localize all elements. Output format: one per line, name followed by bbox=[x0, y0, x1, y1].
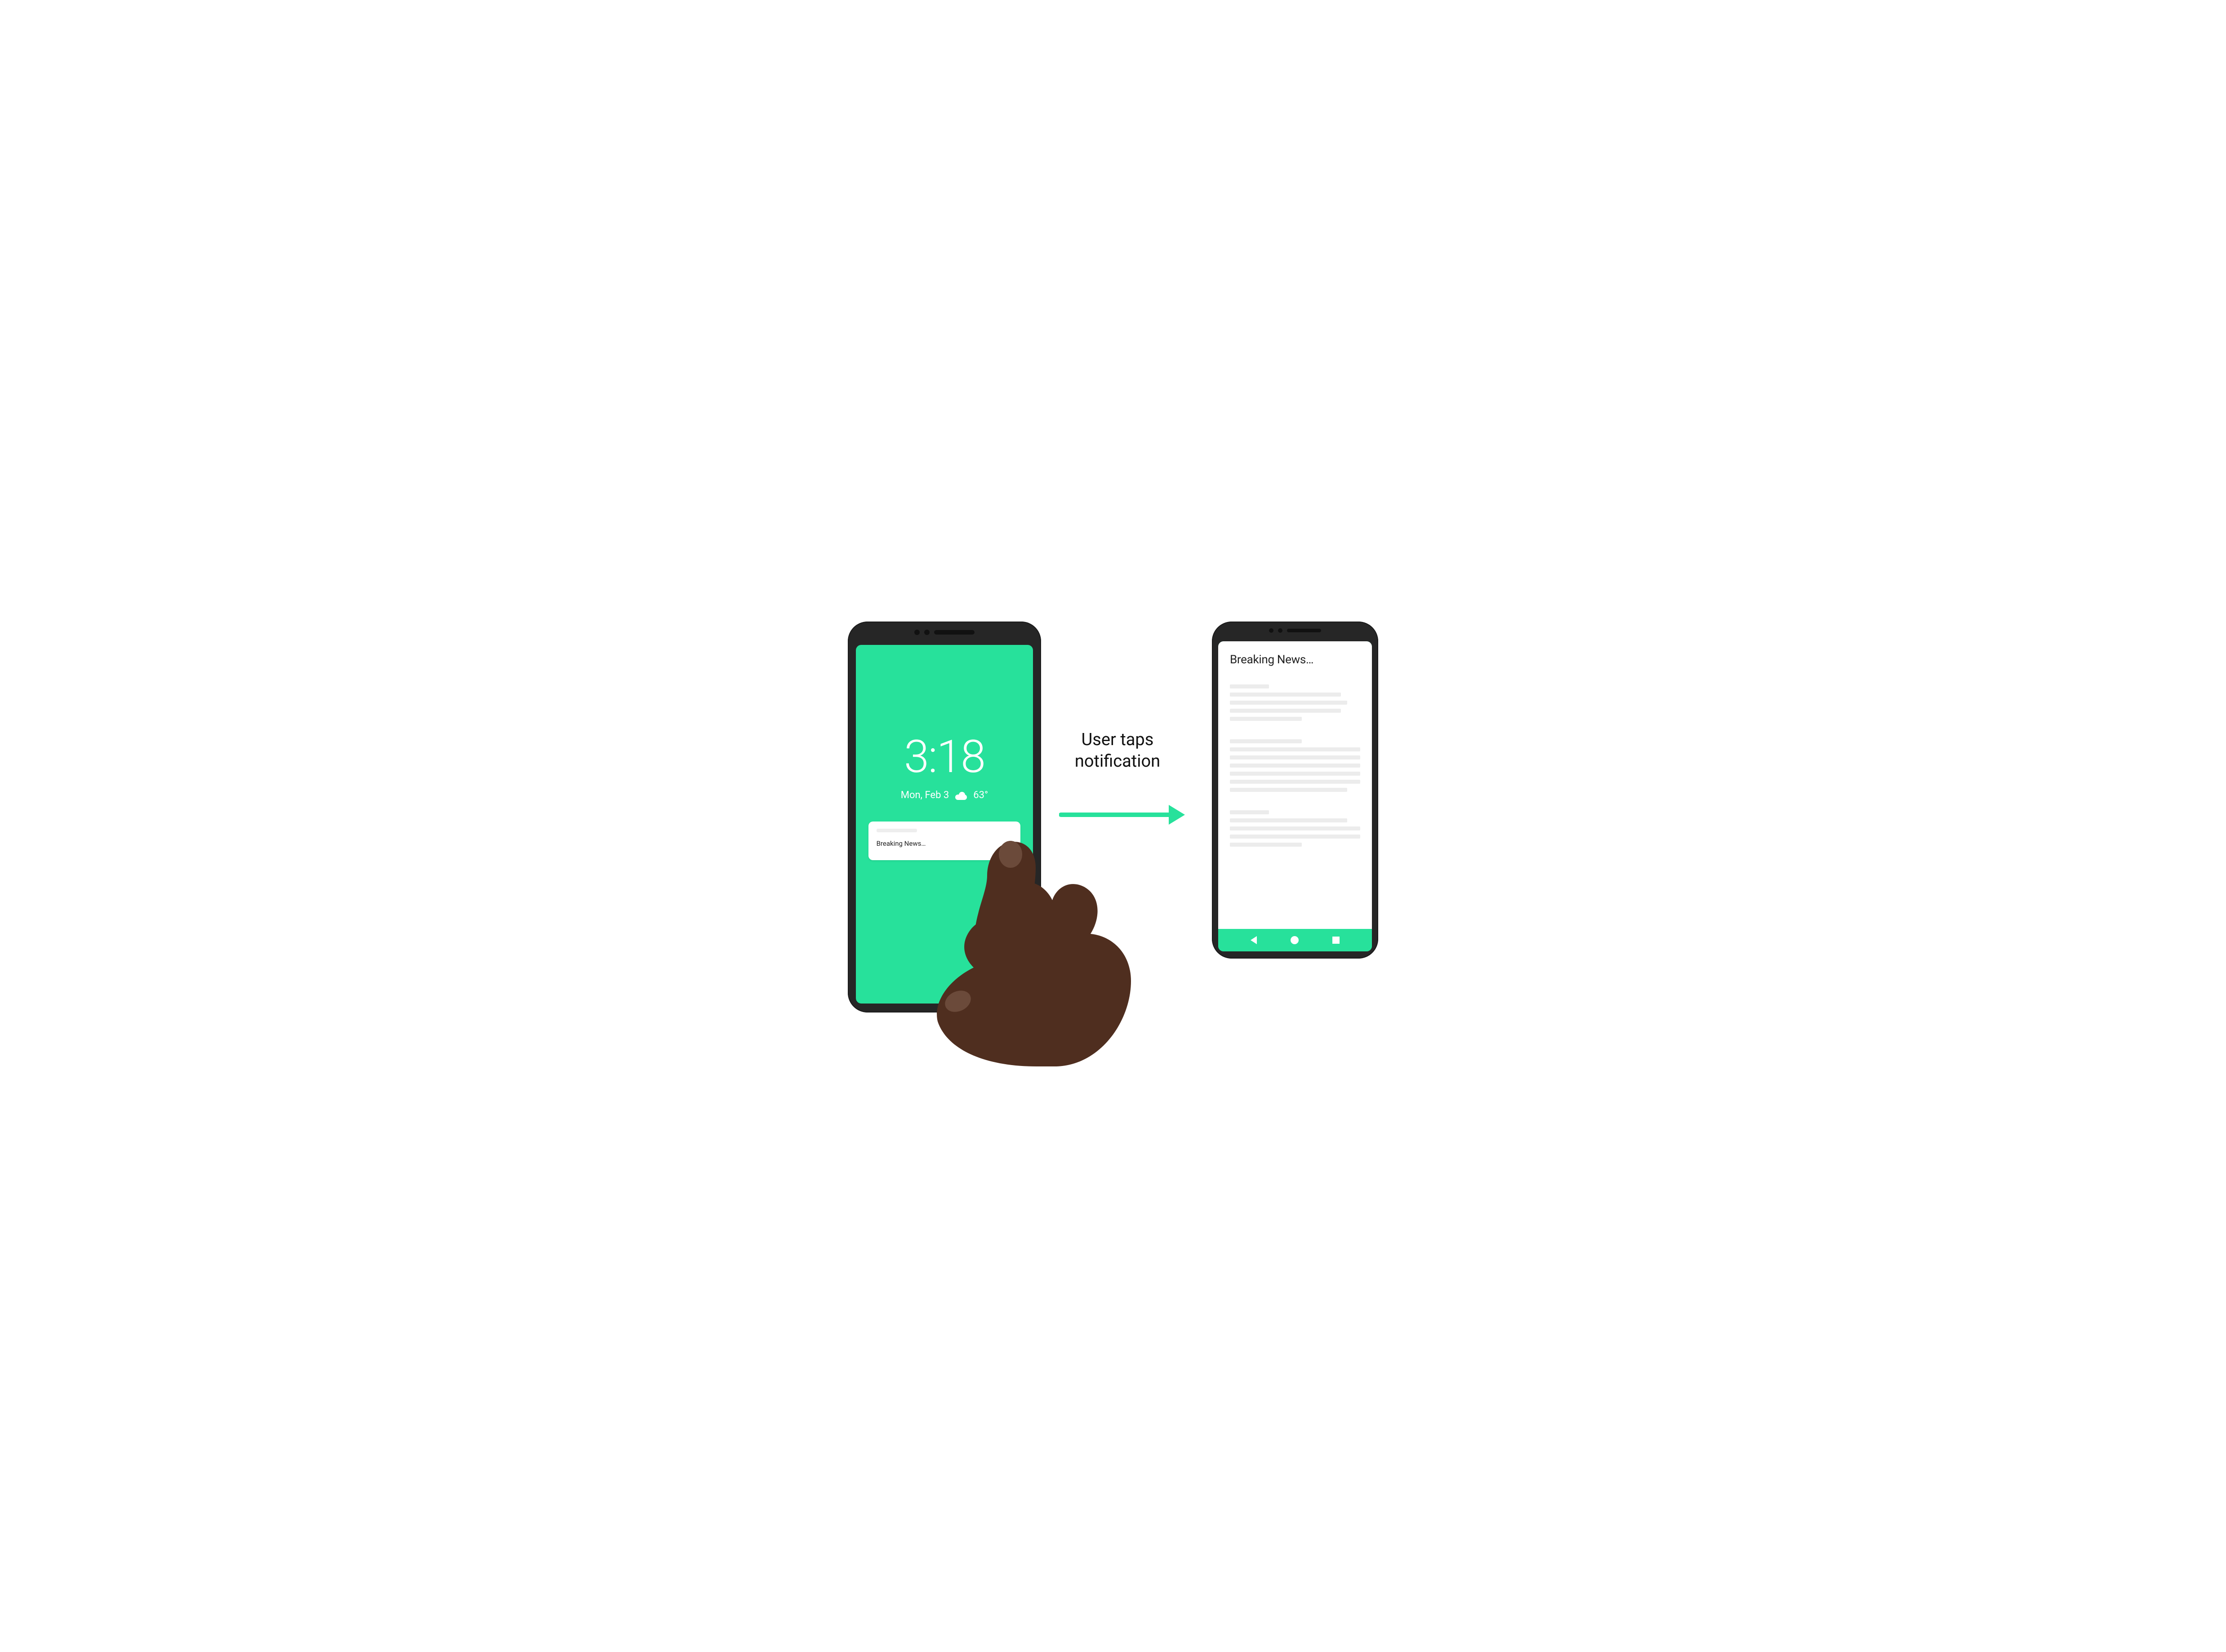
arrow-icon bbox=[1059, 801, 1185, 828]
text-placeholder bbox=[1230, 818, 1347, 822]
lock-screen-temperature: 63° bbox=[973, 790, 988, 801]
lock-screen-date: Mon, Feb 3 bbox=[901, 790, 949, 801]
square-recents-icon bbox=[1332, 937, 1340, 944]
text-placeholder bbox=[1230, 709, 1341, 713]
text-placeholder bbox=[1230, 780, 1360, 784]
text-placeholder bbox=[1230, 739, 1302, 743]
camera-dot-icon bbox=[1269, 628, 1273, 633]
camera-dot-icon bbox=[914, 630, 920, 635]
lock-screen-content: 3:18 Mon, Feb 3 63° Breaking News… bbox=[856, 645, 1033, 1004]
text-placeholder bbox=[1230, 701, 1347, 705]
phone-lock-screen-frame: 3:18 Mon, Feb 3 63° Breaking News… bbox=[848, 622, 1041, 1013]
text-placeholder bbox=[1230, 788, 1347, 792]
text-placeholder bbox=[1230, 764, 1360, 768]
lock-screen: 3:18 Mon, Feb 3 63° Breaking News… bbox=[856, 645, 1033, 1004]
cloud-icon bbox=[954, 791, 968, 800]
article-view[interactable]: Breaking News… bbox=[1218, 641, 1372, 929]
notification-title: Breaking News… bbox=[877, 839, 1013, 848]
phone-sensor-bar bbox=[914, 630, 975, 635]
article-paragraph bbox=[1230, 684, 1360, 725]
text-placeholder bbox=[1230, 717, 1302, 721]
text-placeholder bbox=[1230, 843, 1302, 847]
notification-app-placeholder bbox=[877, 829, 917, 832]
sensor-dot-icon bbox=[924, 630, 930, 635]
nav-recents-button[interactable] bbox=[1332, 937, 1340, 944]
lock-screen-date-row: Mon, Feb 3 63° bbox=[901, 790, 988, 801]
text-placeholder bbox=[1230, 810, 1269, 814]
article-paragraph bbox=[1230, 739, 1360, 796]
text-placeholder bbox=[1230, 693, 1341, 697]
text-placeholder bbox=[1230, 747, 1360, 751]
text-placeholder bbox=[1230, 772, 1360, 776]
notification-card[interactable]: Breaking News… bbox=[868, 822, 1021, 860]
phone-sensor-bar bbox=[1269, 628, 1321, 633]
content-screen: Breaking News… bbox=[1218, 641, 1372, 951]
text-placeholder bbox=[1230, 684, 1269, 688]
speaker-slot-icon bbox=[1287, 629, 1321, 632]
article-title: Breaking News… bbox=[1230, 653, 1360, 666]
sensor-dot-icon bbox=[1278, 628, 1282, 633]
text-placeholder bbox=[1230, 755, 1360, 759]
text-placeholder bbox=[1230, 826, 1360, 830]
phone-content-frame: Breaking News… bbox=[1212, 622, 1378, 959]
nav-home-button[interactable] bbox=[1291, 936, 1299, 944]
speaker-slot-icon bbox=[934, 630, 975, 635]
diagram-caption: User taps notification bbox=[1050, 729, 1185, 772]
article-paragraph bbox=[1230, 810, 1360, 851]
nav-back-button[interactable] bbox=[1251, 936, 1257, 944]
lock-screen-clock: 3:18 bbox=[904, 735, 984, 780]
circle-home-icon bbox=[1291, 936, 1299, 944]
triangle-back-icon bbox=[1251, 936, 1257, 944]
android-navbar bbox=[1218, 929, 1372, 951]
text-placeholder bbox=[1230, 835, 1360, 839]
diagram-stage: 3:18 Mon, Feb 3 63° Breaking News… User … bbox=[825, 613, 1401, 1039]
